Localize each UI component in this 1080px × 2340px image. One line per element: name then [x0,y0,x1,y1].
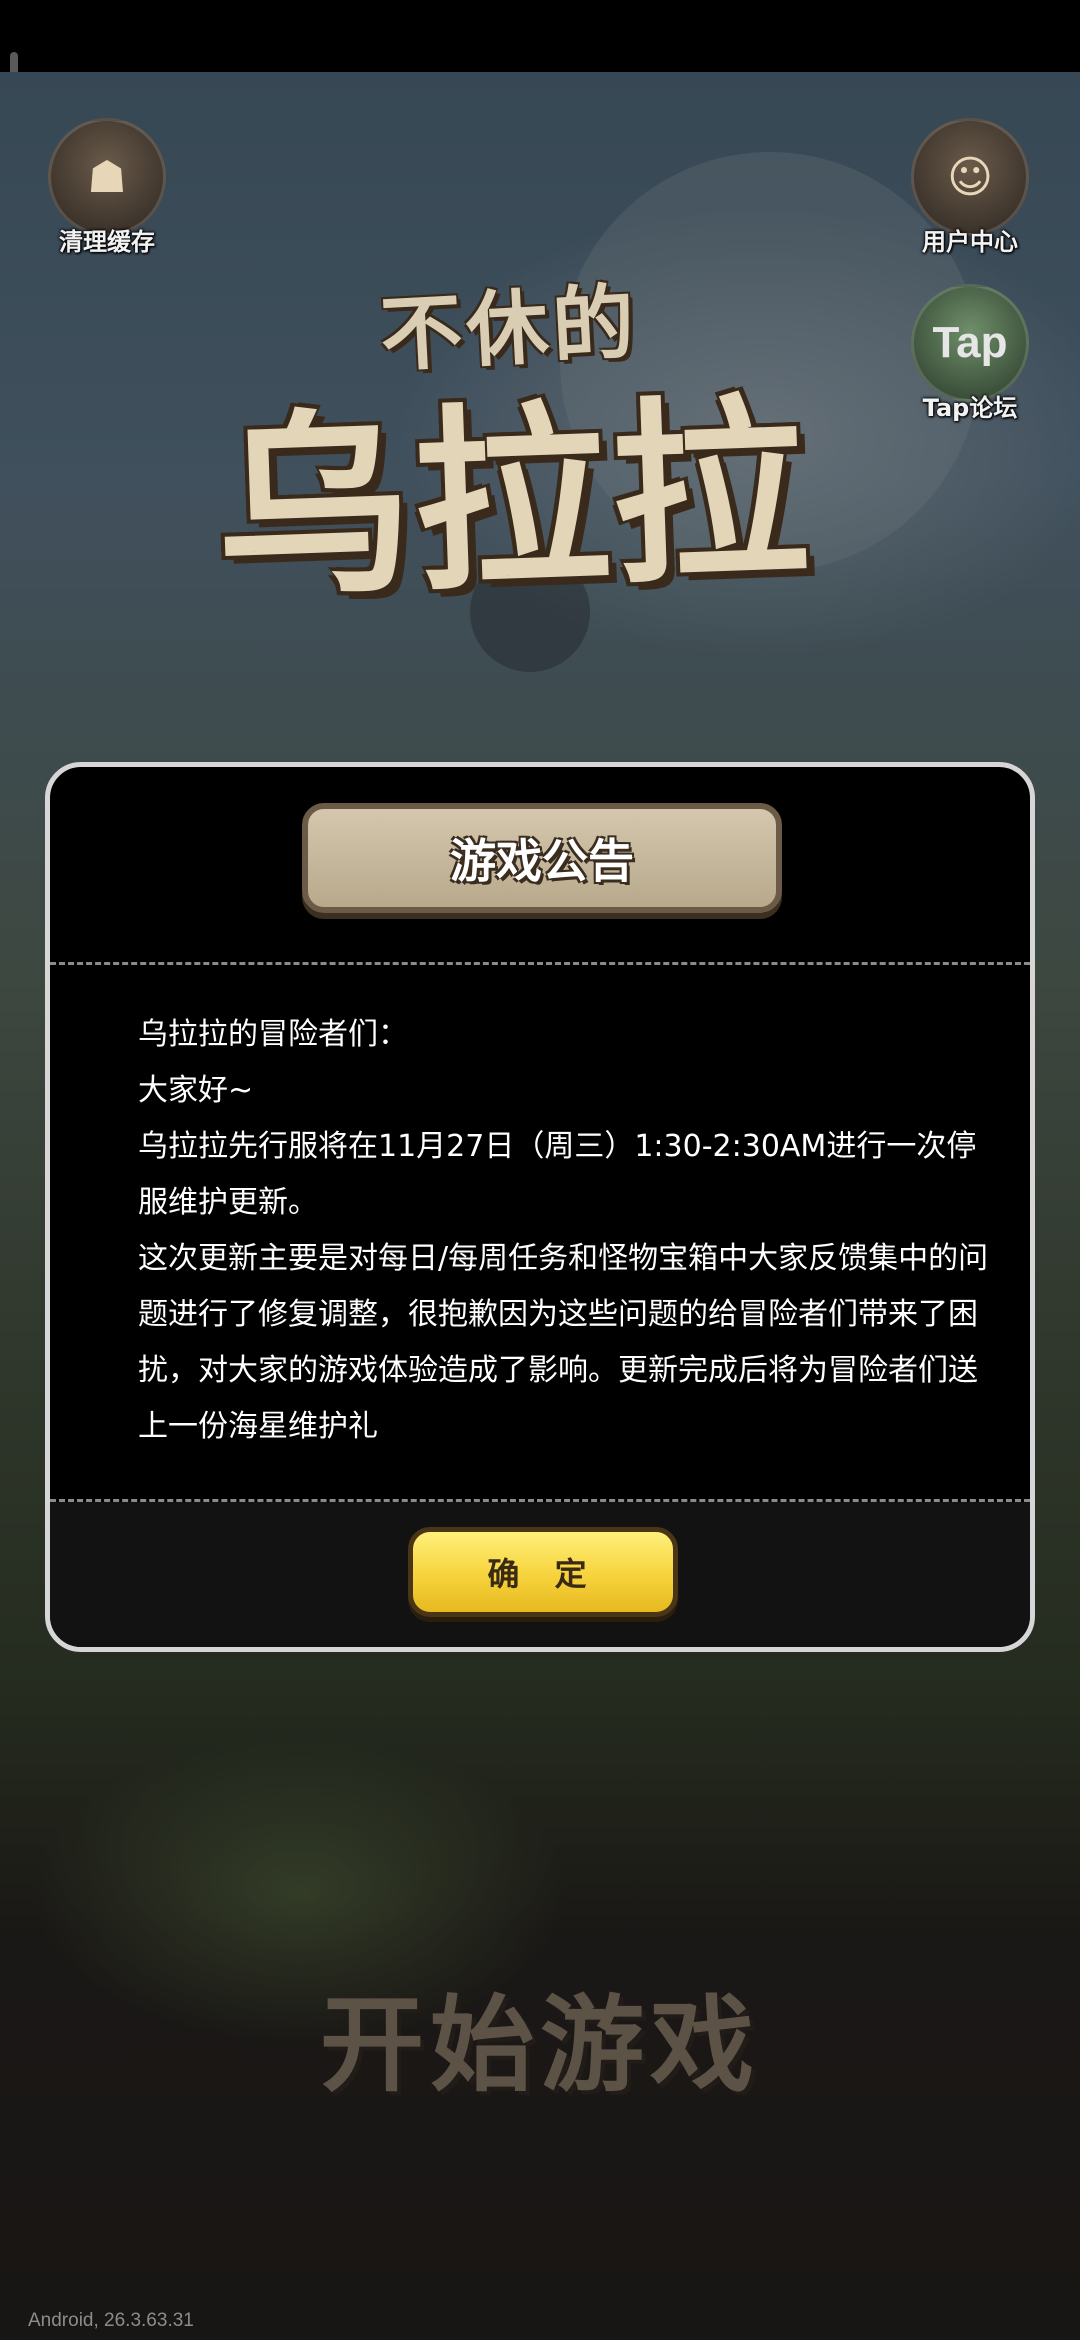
user-center-label: 用户中心 [922,228,1018,256]
divider [50,1499,1030,1502]
start-game-button[interactable]: 开始游戏 [0,1960,1080,2111]
tap-forum-label: Tap论坛 [922,394,1018,422]
status-bar [0,0,1080,72]
game-logo-title: 乌拉拉 [211,376,814,626]
divider [50,962,1030,965]
version-text: Android, 26.3.63.31 [28,2310,194,2331]
caveman-avatar-icon: ☗ [48,118,166,236]
announcement-paragraph: 这次更新主要是对每日/每周任务和怪物宝箱中大家反馈集中的问题进行了修复调整，很抱… [138,1241,989,1444]
user-avatar-icon: ☺ [911,118,1029,236]
confirm-button[interactable]: 确 定 [408,1527,678,1617]
announcement-paragraph: 乌拉拉的冒险者们： [138,1017,408,1052]
announcement-dialog: 游戏公告 乌拉拉的冒险者们： 大家好~ 乌拉拉先行服将在11月27日（周三）1:… [45,762,1035,1652]
tap-forum-button[interactable]: Tap Tap论坛 [905,284,1035,423]
announcement-paragraph: 乌拉拉先行服将在11月27日（周三）1:30-2:30AM进行一次停服维护更新。 [138,1129,977,1220]
announcement-paragraph: 大家好~ [138,1073,254,1108]
announcement-title: 游戏公告 [450,834,634,888]
tap-logo-icon: Tap [911,284,1029,402]
user-center-button[interactable]: ☺ 用户中心 [905,118,1035,257]
announcement-title-plate: 游戏公告 [302,803,782,913]
announcement-body[interactable]: 乌拉拉的冒险者们： 大家好~ 乌拉拉先行服将在11月27日（周三）1:30-2:… [138,1007,998,1477]
clear-cache-label: 清理缓存 [59,228,155,256]
tap-logo-text: Tap [932,318,1008,367]
clear-cache-button[interactable]: ☗ 清理缓存 [42,118,172,257]
